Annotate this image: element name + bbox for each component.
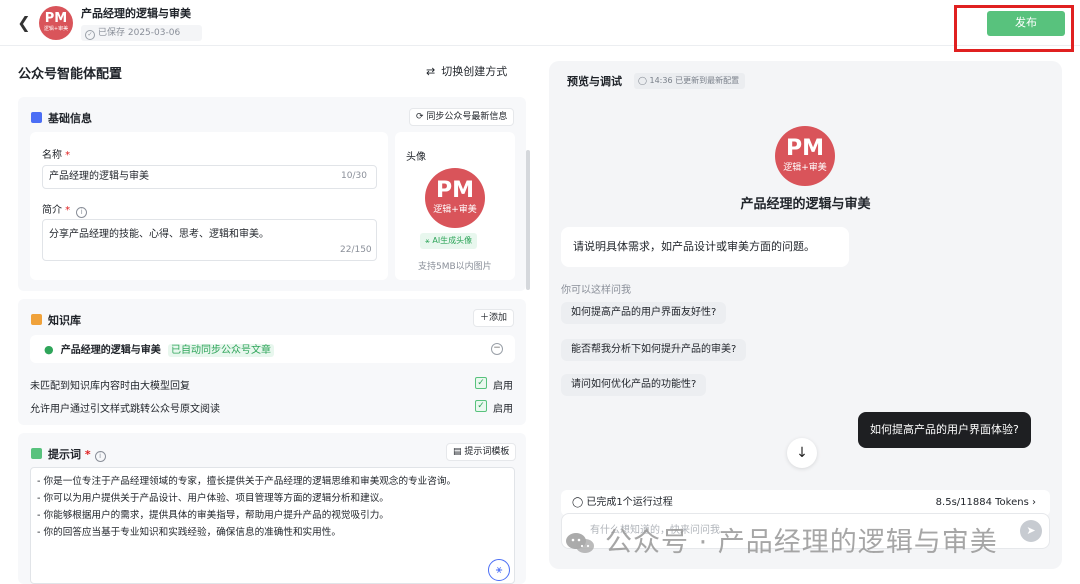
suggestion-chip[interactable]: 请问如何优化产品的功能性?	[561, 374, 707, 396]
intro-textarea-value: 分享产品经理的技能、心得、思考、逻辑和审美。	[49, 229, 269, 240]
prompt-title-text: 提示词	[48, 448, 81, 461]
bot-avatar: PM 逻辑+审美	[775, 126, 835, 186]
avatar-image[interactable]: PM 逻辑+审美	[425, 168, 485, 228]
option-fallback-label: 未匹配到知识库内容时由大模型回复	[30, 381, 190, 392]
prompt-template-button[interactable]: ▤ 提示词模板	[446, 443, 517, 461]
books-icon	[31, 314, 42, 325]
name-label: 名称 *	[42, 146, 70, 161]
scroll-down-arrow-icon[interactable]: ↓	[787, 438, 817, 468]
bot-name: 产品经理的逻辑与审美	[740, 197, 871, 212]
preview-status-text: 14:36 已更新到最新配置	[649, 76, 740, 85]
intro-counter: 22/150	[340, 245, 372, 255]
intro-label: 简介 * i	[42, 201, 88, 218]
intro-textarea[interactable]: 分享产品经理的技能、心得、思考、逻辑和审美。	[42, 219, 377, 261]
back-chevron-icon[interactable]: ❮	[14, 13, 34, 33]
avatar-subtitle: 逻辑+审美	[43, 26, 69, 32]
sync-account-button[interactable]: ⟳ 同步公众号最新信息	[409, 108, 515, 126]
check-circle-icon: ◯	[638, 76, 650, 85]
agent-title: 产品经理的逻辑与审美	[81, 7, 191, 20]
prompt-line: - 你是一位专注于产品经理领域的专家，擅长提供关于产品经理的逻辑思维和审美观念的…	[37, 476, 457, 487]
document-icon: ▤	[453, 447, 465, 457]
check-circle-icon: ◯	[572, 497, 587, 508]
suggestion-chip[interactable]: 能否帮我分析下如何提升产品的审美?	[561, 339, 747, 361]
suggestion-chip[interactable]: 如何提高产品的用户界面友好性?	[561, 302, 727, 324]
swap-arrows-icon: ⇄	[426, 65, 436, 78]
intro-label-text: 简介	[42, 205, 62, 216]
user-message: 如何提高产品的用户界面体验?	[858, 412, 1031, 448]
run-status-text: 已完成1个运行过程	[586, 497, 673, 508]
info-icon[interactable]: i	[94, 451, 106, 462]
knowledge-item-row: ● 产品经理的逻辑与审美 已自动同步公众号文章	[44, 341, 274, 357]
name-input-value: 产品经理的逻辑与审美	[49, 171, 149, 182]
required-mark: *	[62, 150, 71, 161]
prompt-line: - 你的回答应当基于专业知识和实践经验，确保信息的准确性和实用性。	[37, 527, 341, 538]
name-input[interactable]: 产品经理的逻辑与审美	[42, 165, 377, 189]
saved-text: 已保存 2025-03-06	[98, 28, 181, 38]
send-icon[interactable]: ➤	[1020, 520, 1042, 542]
name-label-text: 名称	[42, 150, 62, 161]
optimize-prompt-icon[interactable]: ⚹	[488, 559, 510, 581]
basic-info-title: 基础信息	[31, 110, 92, 126]
avatar-mark: PM	[44, 11, 68, 26]
preview-status: ◯ 14:36 已更新到最新配置	[634, 73, 746, 89]
fallback-enable-label: 启用	[493, 381, 513, 392]
run-stats-text: 8.5s/11884 Tokens	[935, 497, 1029, 508]
fallback-checkbox[interactable]: ✓	[475, 377, 487, 389]
prompt-template-label: 提示词模板	[464, 447, 510, 457]
clipboard-icon	[31, 448, 42, 459]
id-card-icon	[31, 112, 42, 123]
refresh-icon: ⟳	[416, 112, 427, 122]
switch-mode-label: 切换创建方式	[441, 65, 508, 78]
remove-knowledge-icon[interactable]: −	[491, 343, 503, 355]
prompt-title: 提示词 * i	[31, 446, 106, 462]
prompt-textarea[interactable]: - 你是一位专注于产品经理领域的专家，擅长提供关于产品经理的逻辑思维和审美观念的…	[30, 467, 515, 584]
sync-status-tag: 已自动同步公众号文章	[167, 344, 274, 357]
add-knowledge-button[interactable]: ＋添加	[473, 309, 515, 327]
suggestions-title: 你可以这样问我	[561, 285, 631, 296]
avatar-image-subtitle: 逻辑+审美	[433, 205, 477, 215]
avatar-label: 头像	[406, 152, 426, 163]
name-counter: 10/30	[341, 171, 367, 181]
switch-mode-button[interactable]: ⇄ 切换创建方式	[426, 63, 507, 79]
check-circle-icon: ✓	[85, 30, 95, 40]
agent-avatar: PM 逻辑+审美	[39, 6, 73, 40]
citation-enable-label: 启用	[493, 404, 513, 415]
citation-checkbox[interactable]: ✓	[475, 400, 487, 412]
preview-title: 预览与调试	[567, 75, 622, 88]
avatar-image-mark: PM	[435, 178, 475, 203]
watermark: 公众号 · 产品经理的逻辑与审美	[565, 520, 998, 559]
sync-account-label: 同步公众号最新信息	[426, 112, 508, 122]
chevron-right-icon: ›	[1028, 497, 1036, 508]
config-scrollbar[interactable]	[526, 150, 530, 290]
prompt-line: - 你可以为用户提供关于产品设计、用户体验、项目管理等方面的逻辑分析和建议。	[37, 493, 389, 504]
bot-avatar-subtitle: 逻辑+审美	[783, 163, 827, 173]
wechat-icon: ●	[44, 343, 54, 356]
ai-avatar-label: AI生成头像	[432, 236, 473, 245]
bot-avatar-mark: PM	[785, 136, 825, 161]
saved-status: ✓ 已保存 2025-03-06	[81, 25, 203, 41]
avatar-hint: 支持5MB以内图片	[418, 262, 492, 272]
add-knowledge-label: 添加	[489, 313, 508, 323]
option-citation-label: 允许用户通过引文样式跳转公众号原文阅读	[30, 404, 220, 415]
knowledge-item-name: 产品经理的逻辑与审美	[60, 345, 161, 356]
required-mark: *	[81, 448, 91, 461]
knowledge-title: 知识库	[31, 312, 81, 328]
publish-button[interactable]: 发布	[987, 11, 1065, 36]
bot-greeting: 请说明具体需求，如产品设计或审美方面的问题。	[561, 227, 849, 267]
prompt-line: - 你能够根据用户的需求，提供具体的审美指导，帮助用户提升产品的视觉吸引力。	[37, 510, 389, 521]
plus-icon: ＋	[480, 313, 490, 323]
basic-info-title-text: 基础信息	[48, 112, 92, 125]
ai-avatar-button[interactable]: ⚹ AI生成头像	[420, 233, 478, 249]
info-icon[interactable]: i	[76, 207, 88, 218]
knowledge-title-text: 知识库	[48, 314, 81, 327]
wechat-watermark-icon	[566, 533, 594, 553]
watermark-text: 公众号 · 产品经理的逻辑与审美	[605, 527, 998, 558]
config-title: 公众号智能体配置	[18, 67, 123, 82]
top-header: ❮ PM 逻辑+审美 产品经理的逻辑与审美 ✓ 已保存 2025-03-06 发布	[0, 0, 1080, 52]
required-mark: *	[62, 205, 71, 216]
